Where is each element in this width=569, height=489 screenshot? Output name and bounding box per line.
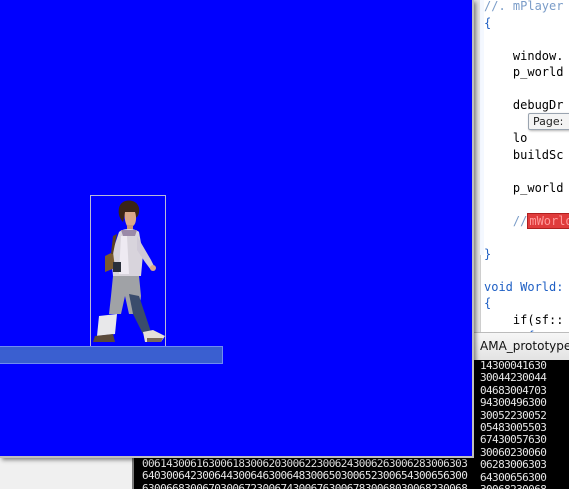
game-window[interactable]: [0, 0, 474, 458]
ground-platform: [0, 346, 223, 364]
code-text: if(sf::: [484, 312, 564, 327]
code-line: void World:: [484, 279, 563, 295]
console-line: 6300668300670300672300674300676300678300…: [142, 481, 468, 489]
code-text: {: [484, 296, 492, 310]
code-line: window.: [484, 48, 564, 64]
console-output[interactable]: 14300041630 30044230044 04683004703 9430049…: [474, 360, 569, 489]
code-line: {: [484, 15, 491, 31]
console-line: 30068230068: [480, 483, 569, 489]
code-text: void World:: [484, 279, 564, 294]
code-text: p_world: [484, 180, 564, 195]
console-titlebar[interactable]: AMA_prototype.e: [474, 332, 569, 361]
console-line: 06283006303: [480, 458, 547, 472]
code-line: p_world: [484, 64, 564, 80]
console-title: AMA_prototype.e: [480, 339, 569, 353]
console-line: 30044230044: [480, 371, 547, 385]
code-line: //mWorld: [484, 212, 569, 229]
code-line: if(sf::: [484, 312, 564, 328]
console-output-lower[interactable]: 0061430061630061830062030062230062430062…: [134, 458, 474, 489]
code-line: p_world: [484, 180, 564, 196]
code-line: {: [484, 295, 491, 311]
code-line: buildSc: [484, 147, 564, 163]
code-line: lo: [484, 130, 527, 146]
code-editor[interactable]: //. mPlayer{ window. p_world debugDr lo …: [474, 0, 569, 332]
code-text: buildSc: [484, 147, 564, 162]
console-line: 67430057630: [480, 433, 547, 447]
console-line: 6403006423006443006463006483006503006523…: [142, 469, 468, 483]
code-text: window.: [484, 48, 564, 63]
code-text: p_world: [484, 65, 564, 79]
code-line: }: [484, 246, 491, 262]
code-line: debugDr: [484, 97, 564, 113]
code-text: debugDr: [484, 98, 564, 112]
code-text: }: [484, 246, 492, 261]
walking-character-icon: [93, 200, 165, 342]
console-line: 94300496300: [480, 396, 547, 410]
code-text: lo: [484, 131, 528, 145]
code-text: //. mPlayer: [484, 0, 564, 13]
page-tooltip: Page:: [528, 113, 569, 130]
code-text: {: [484, 15, 492, 30]
highlighted-token: mWorld: [527, 212, 569, 229]
character-bounding-box: [90, 195, 166, 347]
code-line: //. mPlayer: [484, 0, 563, 14]
code-text: //: [484, 213, 528, 228]
